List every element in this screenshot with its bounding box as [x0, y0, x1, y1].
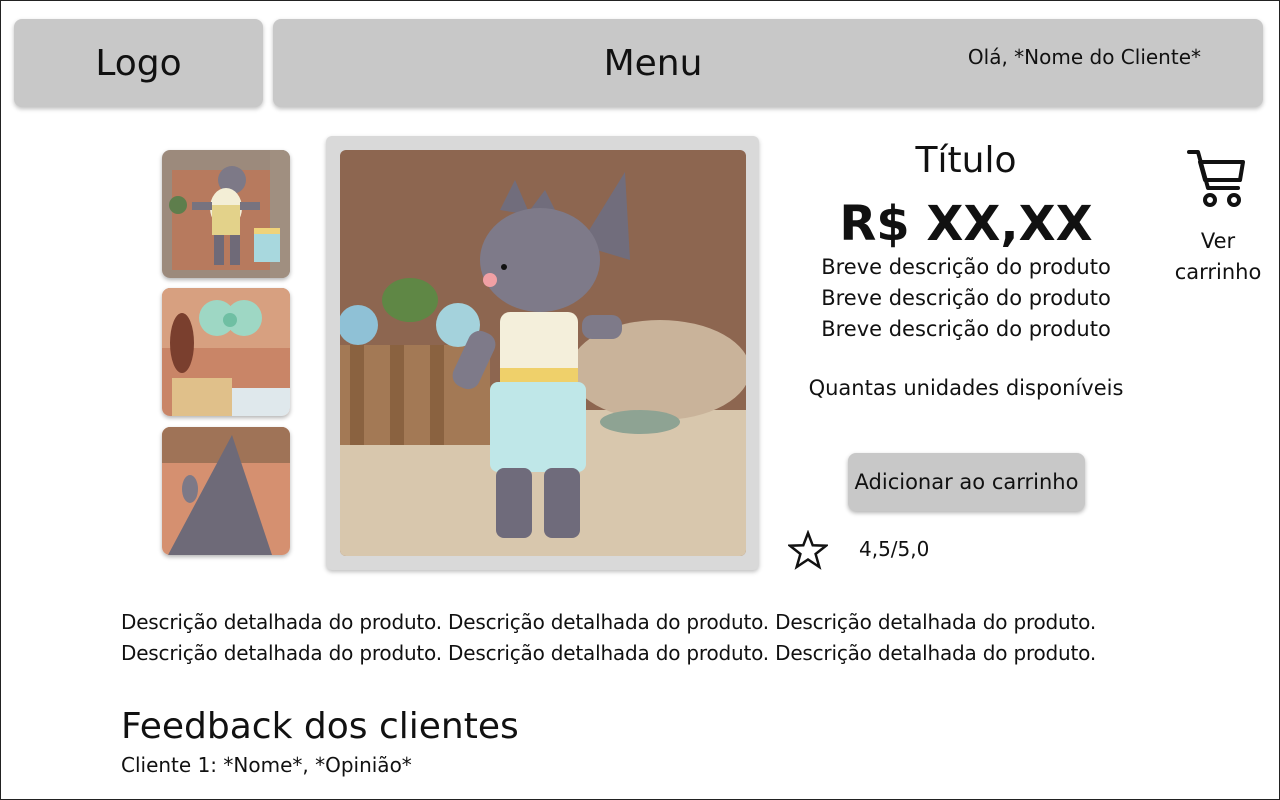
logo-box[interactable]: Logo — [14, 19, 263, 107]
feedback-title: Feedback dos clientes — [121, 706, 519, 747]
product-title: Título — [915, 140, 1017, 181]
short-description: Breve descrição do produto Breve descriç… — [790, 252, 1142, 345]
view-cart-link[interactable]: Ver carrinho — [1160, 226, 1276, 288]
short-description-line: Breve descrição do produto — [821, 286, 1111, 310]
detailed-description-line: Descrição detalhada do produto. Descriçã… — [121, 610, 1097, 634]
thumbnail-2[interactable] — [162, 288, 290, 416]
detailed-description: Descrição detalhada do produto. Descriçã… — [121, 607, 1181, 669]
rating-value: 4,5/5,0 — [859, 537, 930, 561]
main-product-image[interactable] — [340, 150, 746, 556]
greeting-text: Olá, *Nome do Cliente* — [967, 45, 1201, 69]
stock-availability: Quantas unidades disponíveis — [808, 376, 1124, 400]
menu-label[interactable]: Menu — [273, 19, 1033, 107]
thumbnail-3[interactable] — [162, 427, 290, 555]
rhino-horn-image — [162, 427, 290, 555]
rhino-flatlay-image — [162, 150, 290, 278]
main-image-frame — [326, 136, 759, 570]
logo-text: Logo — [95, 42, 182, 84]
short-description-line: Breve descrição do produto — [821, 255, 1111, 279]
view-cart-label-line2: carrinho — [1174, 260, 1262, 284]
crochet-rhino-photo — [340, 150, 746, 556]
menu-bar[interactable]: Menu Olá, *Nome do Cliente* — [273, 19, 1263, 107]
feedback-item: Cliente 1: *Nome*, *Opinião* — [121, 753, 412, 777]
star-icon[interactable] — [788, 530, 828, 570]
view-cart-label-line1: Ver — [1200, 229, 1236, 253]
detailed-description-line: Descrição detalhada do produto. Descriçã… — [121, 641, 1097, 665]
short-description-line: Breve descrição do produto — [821, 317, 1111, 341]
thumbnail-1[interactable] — [162, 150, 290, 278]
product-price: R$ XX,XX — [839, 196, 1093, 252]
add-to-cart-button[interactable]: Adicionar ao carrinho — [848, 453, 1085, 511]
shopping-cart-icon[interactable] — [1186, 148, 1246, 210]
crochet-bow-image — [162, 288, 290, 416]
